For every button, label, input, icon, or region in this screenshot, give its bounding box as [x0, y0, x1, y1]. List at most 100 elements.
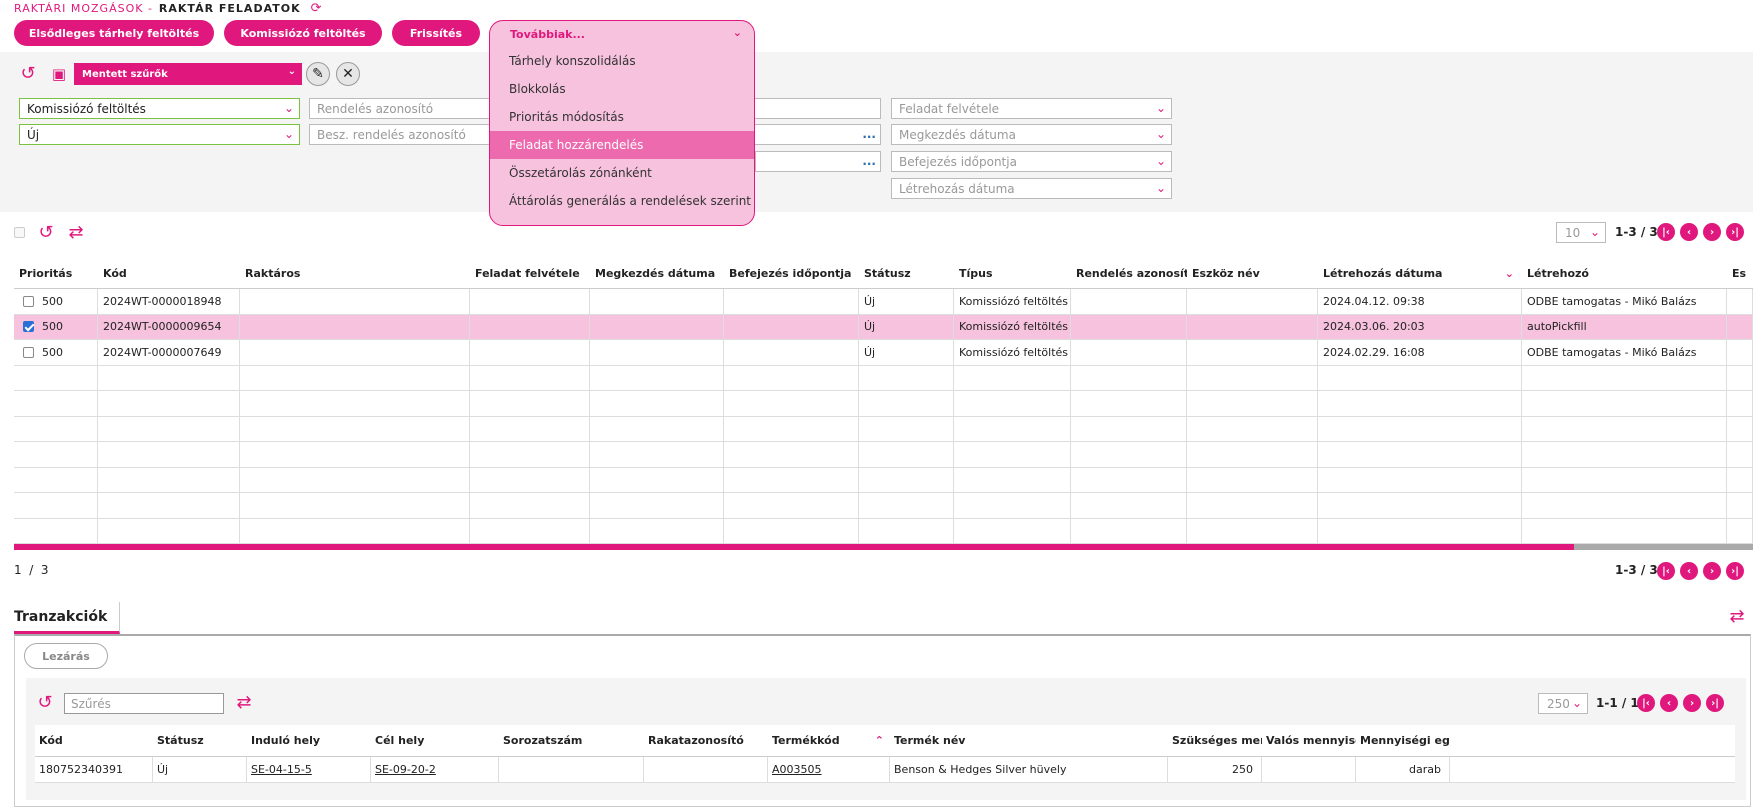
empty-table-row: [14, 518, 1753, 544]
more-actions-menu[interactable]: Továbbiak... ⌄ Tárhely konszolidálás Blo…: [489, 20, 755, 226]
more-dots-icon[interactable]: ...: [862, 127, 876, 141]
primary-location-fill-button[interactable]: Elsődleges tárhely feltöltés: [14, 20, 214, 46]
col-extra[interactable]: Es: [1727, 259, 1753, 288]
last-page-icon[interactable]: ›|: [1706, 694, 1724, 712]
col-required-qty[interactable]: Szükséges mennyiség: [1168, 725, 1262, 756]
next-page-icon[interactable]: ›: [1683, 694, 1701, 712]
prev-page-icon[interactable]: ‹: [1660, 694, 1678, 712]
menu-item-relocation-by-orders[interactable]: Áttárolás generálás a rendelések szerint: [490, 187, 754, 215]
tab-transactions[interactable]: Tranzakciók: [14, 602, 121, 634]
col-creator[interactable]: Létrehozó: [1522, 259, 1727, 288]
type-filter-select[interactable]: Komissiózó feltöltés ⌄: [19, 98, 300, 119]
empty-cell: [1318, 442, 1522, 467]
next-page-icon[interactable]: ›: [1703, 562, 1721, 580]
swap-columns-icon[interactable]: ⇄: [66, 223, 86, 243]
col-status[interactable]: Státusz: [153, 725, 247, 756]
col-start-date[interactable]: Megkezdés dátuma: [590, 259, 724, 288]
reset-icon[interactable]: ↺: [18, 64, 38, 84]
prev-page-icon[interactable]: ‹: [1680, 562, 1698, 580]
menu-item-location-consolidation[interactable]: Tárhely konszolidálás: [490, 47, 754, 75]
col-product-name[interactable]: Termék név: [890, 725, 1168, 756]
col-type[interactable]: Típus: [954, 259, 1071, 288]
menu-item-task-assignment[interactable]: Feladat hozzárendelés: [490, 131, 754, 159]
first-page-icon[interactable]: |‹: [1657, 223, 1675, 241]
horizontal-scrollbar[interactable]: [14, 544, 1753, 550]
empty-cell: [98, 518, 240, 543]
save-icon[interactable]: ▣: [49, 64, 69, 84]
task-receive-filter[interactable]: Feladat felvétele ⌄: [891, 98, 1172, 119]
col-priority[interactable]: Prioritás: [14, 259, 98, 288]
table-row[interactable]: 500 2024WT-0000007649 Új Komissiózó felt…: [14, 340, 1753, 366]
prev-page-icon[interactable]: ‹: [1680, 223, 1698, 241]
picker-fill-button[interactable]: Komissiózó feltöltés: [224, 20, 382, 46]
reset-transactions-icon[interactable]: ↺: [35, 693, 55, 713]
created-cell: 2024.02.29. 16:08: [1318, 340, 1522, 365]
col-code[interactable]: Kód: [98, 259, 240, 288]
first-page-icon[interactable]: |‹: [1637, 694, 1655, 712]
table-row-selected[interactable]: 500 2024WT-0000009654 Új Komissiózó felt…: [14, 314, 1753, 340]
start-date-filter[interactable]: Megkezdés dátuma ⌄: [891, 124, 1172, 145]
from-location-link[interactable]: SE-04-15-5: [251, 763, 312, 776]
chevron-down-icon: ⌄: [1155, 154, 1166, 168]
refresh-button[interactable]: Frissítés: [392, 20, 480, 46]
more-actions-header[interactable]: Továbbiak... ⌄: [490, 21, 754, 47]
product-code-link[interactable]: A003505: [772, 763, 822, 776]
col-to-location[interactable]: Cél hely: [371, 725, 499, 756]
end-time-filter[interactable]: Befejezés időpontja ⌄: [891, 151, 1172, 172]
to-location-link[interactable]: SE-09-20-2: [375, 763, 436, 776]
page-size-select[interactable]: 10 ⌄: [1556, 222, 1606, 243]
row-checkbox-checked[interactable]: [23, 321, 34, 333]
order-id-placeholder: Rendelés azonosító: [317, 101, 434, 116]
close-icon[interactable]: ✕: [336, 62, 360, 86]
empty-cell: [470, 442, 590, 467]
worker-cell: [240, 340, 470, 365]
select-all-checkbox[interactable]: [14, 227, 25, 238]
col-order-id[interactable]: Rendelés azonosító: [1071, 259, 1187, 288]
row-checkbox[interactable]: [23, 295, 34, 307]
more-dots-icon[interactable]: ...: [862, 154, 876, 168]
swap-panel-icon[interactable]: ⇄: [1726, 606, 1748, 628]
menu-item-blocking[interactable]: Blokkolás: [490, 75, 754, 103]
transaction-row[interactable]: 180752340391 Új SE-04-15-5 SE-09-20-2 A0…: [35, 757, 1735, 783]
first-page-icon[interactable]: |‹: [1657, 562, 1675, 580]
col-created-date[interactable]: Létrehozás dátuma ⌄: [1318, 259, 1522, 288]
empty-cell: [1522, 467, 1727, 492]
saved-filters-select[interactable]: Mentett szűrők ⌄: [74, 63, 302, 85]
last-page-icon[interactable]: ›|: [1726, 223, 1744, 241]
empty-cell: [1522, 493, 1727, 518]
menu-item-zone-consolidation[interactable]: Összetárolás zónánként: [490, 159, 754, 187]
reset-grid-icon[interactable]: ↺: [36, 223, 56, 243]
col-serial[interactable]: Sorozatszám: [499, 725, 644, 756]
device-cell: [1187, 314, 1318, 339]
swap-columns-icon[interactable]: ⇄: [233, 693, 255, 713]
col-device-name[interactable]: Eszköz név: [1187, 259, 1318, 288]
last-page-icon[interactable]: ›|: [1726, 562, 1744, 580]
col-product-code[interactable]: Termékkód ⌃: [768, 725, 890, 756]
col-status[interactable]: Státusz: [859, 259, 954, 288]
next-page-icon[interactable]: ›: [1703, 223, 1721, 241]
row-checkbox[interactable]: [23, 346, 34, 358]
grid-footer-count: 1 / 3: [14, 563, 49, 577]
col-from-location[interactable]: Induló hely: [247, 725, 371, 756]
empty-cell: [98, 467, 240, 492]
transactions-filter-input[interactable]: Szűrés: [64, 693, 224, 714]
empty-cell: [470, 493, 590, 518]
start-date-cell: [590, 340, 724, 365]
status-filter-select[interactable]: Új ⌄: [19, 124, 300, 145]
table-row[interactable]: 500 2024WT-0000018948 Új Komissiózó felt…: [14, 289, 1753, 315]
transactions-page-size[interactable]: 250 ⌄: [1538, 693, 1588, 714]
close-task-button[interactable]: Lezárás: [24, 643, 108, 669]
edit-icon[interactable]: ✎: [306, 62, 330, 86]
col-task-receive[interactable]: Feladat felvétele: [470, 259, 590, 288]
col-code[interactable]: Kód: [35, 725, 153, 756]
refresh-icon[interactable]: ⟳: [311, 1, 323, 16]
created-date-filter[interactable]: Létrehozás dátuma ⌄: [891, 178, 1172, 199]
col-end-time[interactable]: Befejezés időpontja: [724, 259, 859, 288]
col-pallet-id[interactable]: Rakatazonosító: [644, 725, 768, 756]
lookup-input[interactable]: ...: [755, 151, 881, 172]
menu-item-priority-change[interactable]: Prioritás módosítás: [490, 103, 754, 131]
col-unit[interactable]: Mennyiségi egység: [1356, 725, 1450, 756]
col-warehouse-worker[interactable]: Raktáros: [240, 259, 470, 288]
col-actual-qty[interactable]: Valós mennyiség: [1262, 725, 1356, 756]
scrollbar-thumb[interactable]: [14, 544, 1574, 550]
